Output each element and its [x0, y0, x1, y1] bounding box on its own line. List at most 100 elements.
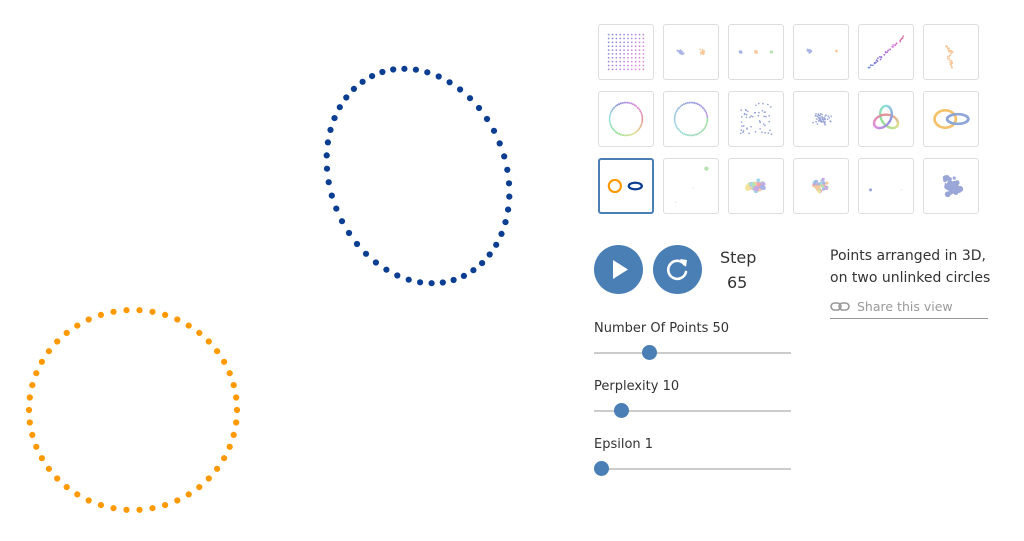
- thumb-point: [618, 103, 621, 106]
- thumbnail-varied-size-cloud[interactable]: [923, 158, 979, 214]
- share-link[interactable]: Share this view: [830, 298, 988, 319]
- slider-track: [594, 468, 791, 470]
- epsilon-slider[interactable]: [594, 461, 791, 477]
- thumb-point: [884, 50, 887, 53]
- play-button[interactable]: [594, 245, 643, 294]
- thumbnail-long-linear-strip[interactable]: [858, 24, 914, 80]
- point-circle-b: [338, 218, 346, 225]
- thumb-point: [872, 64, 874, 67]
- thumb-point: [678, 51, 681, 54]
- slider-handle[interactable]: [594, 461, 609, 476]
- thumbnail-preview: [945, 45, 954, 69]
- point-circle-b: [439, 279, 446, 286]
- thumb-point: [607, 33, 610, 36]
- perplexity-slider[interactable]: [594, 403, 791, 419]
- thumb-point: [761, 186, 766, 190]
- thumb-point: [641, 120, 644, 122]
- thumb-point: [703, 108, 706, 111]
- thumbnail-sparse-points[interactable]: [663, 158, 719, 214]
- thumb-point: [875, 59, 878, 61]
- thumbnail-trefoil-knot[interactable]: [858, 91, 914, 147]
- thumb-point: [640, 122, 643, 125]
- point-circle-b: [405, 276, 412, 283]
- point-circle-b: [394, 272, 401, 279]
- thumbnail-color-blob[interactable]: [793, 158, 849, 214]
- thumb-point: [949, 185, 953, 189]
- thumbnail-multi-color-cluster[interactable]: [728, 158, 784, 214]
- thumb-point: [634, 53, 637, 55]
- thumb-point: [640, 124, 643, 127]
- thumb-point: [619, 33, 622, 36]
- thumb-point: [634, 68, 637, 71]
- thumb-point: [768, 114, 770, 117]
- thumb-point: [630, 37, 633, 40]
- point-circle-b: [325, 179, 332, 186]
- thumb-point: [745, 184, 750, 189]
- thumb-point: [875, 61, 877, 64]
- thumb-point: [826, 118, 829, 121]
- thumb-point: [623, 45, 625, 48]
- point-circle-b: [328, 192, 335, 199]
- thumb-point: [628, 101, 631, 104]
- thumbnail-random-walk[interactable]: [923, 24, 979, 80]
- point-circle-b: [446, 79, 453, 86]
- point-circle-a: [226, 370, 233, 377]
- thumb-point: [749, 116, 751, 119]
- point-circle-b: [323, 165, 331, 172]
- thumb-point: [698, 104, 701, 107]
- point-circle-a: [54, 338, 61, 345]
- thumbnail-three-clusters[interactable]: [728, 24, 784, 80]
- thumbnail-preview: [674, 166, 709, 204]
- thumb-point: [638, 60, 641, 63]
- thumb-point: [740, 121, 743, 123]
- thumb-point: [619, 64, 622, 67]
- point-circle-b: [324, 139, 331, 146]
- thumb-point: [827, 115, 830, 117]
- thumb-point: [824, 186, 829, 191]
- num-points-slider[interactable]: [594, 345, 791, 361]
- thumb-point: [614, 130, 617, 133]
- thumb-point: [613, 106, 616, 109]
- thumb-point: [765, 115, 767, 118]
- example-description: Points arranged in 3D, on two unlinked c…: [830, 245, 1005, 289]
- thumbnail-linked-rings[interactable]: [923, 91, 979, 147]
- point-circle-b: [390, 66, 397, 73]
- thumb-point: [674, 113, 677, 116]
- reset-button[interactable]: [653, 245, 702, 294]
- thumb-point: [676, 108, 679, 111]
- thumb-point: [619, 45, 622, 48]
- thumb-point: [611, 33, 614, 36]
- thumb-point: [754, 52, 756, 54]
- thumb-point: [630, 133, 633, 136]
- thumbnail-few-points[interactable]: [858, 158, 914, 214]
- thumbnail-circle[interactable]: [598, 91, 654, 147]
- point-circle-a: [185, 491, 192, 498]
- point-circle-a: [174, 497, 181, 504]
- point-circle-a: [233, 406, 241, 414]
- thumb-point: [757, 102, 760, 105]
- thumb-point: [609, 124, 612, 127]
- thumb-point: [957, 185, 964, 193]
- slider-handle[interactable]: [614, 403, 630, 418]
- thumbnail-two-different-clusters[interactable]: [793, 24, 849, 80]
- thumb-point: [642, 41, 645, 44]
- point-circle-a: [63, 484, 70, 491]
- thumb-point: [695, 133, 698, 136]
- point-circle-a: [54, 475, 61, 482]
- thumb-point: [614, 105, 617, 108]
- thumb-point: [746, 127, 748, 130]
- thumbnail-gradient-circle[interactable]: [663, 91, 719, 147]
- thumbnail-gaussian-cloud[interactable]: [793, 91, 849, 147]
- point-circle-b: [502, 219, 509, 226]
- thumb-point: [887, 49, 890, 52]
- slider-handle[interactable]: [641, 345, 657, 360]
- thumb-point: [640, 184, 643, 187]
- thumbnail-random-cloud-a[interactable]: [728, 91, 784, 147]
- thumbnail-preview: [673, 101, 709, 137]
- thumb-point: [944, 191, 951, 198]
- thumbnail-unlinked-circles[interactable]: [598, 158, 654, 214]
- thumbnail-two-clusters[interactable]: [663, 24, 719, 80]
- thumbnail-preview: [869, 188, 903, 192]
- thumbnail-grid[interactable]: [598, 24, 654, 80]
- thumbnail-preview: [607, 33, 645, 71]
